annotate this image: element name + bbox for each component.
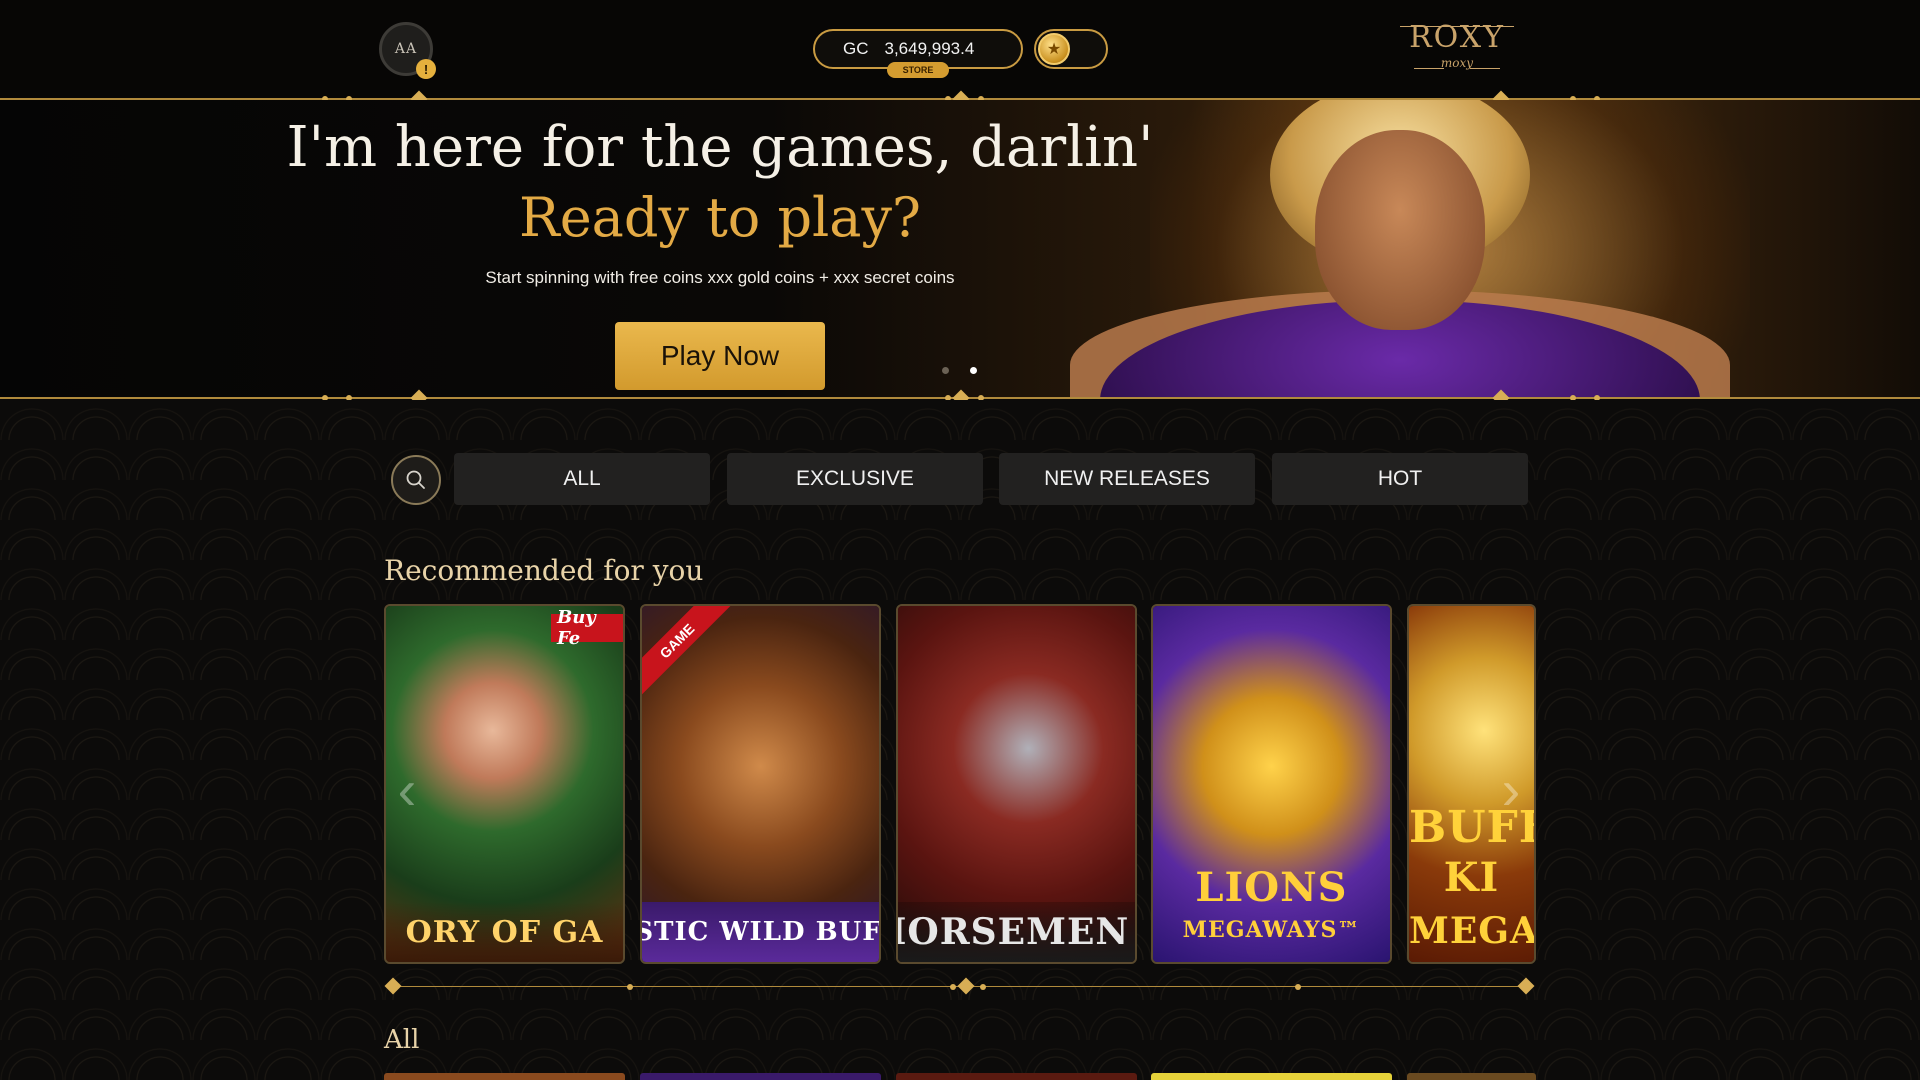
store-label: STORE	[902, 65, 934, 75]
store-button[interactable]: STORE	[887, 62, 949, 78]
tab-all[interactable]: ALL	[454, 453, 710, 505]
tab-new-releases[interactable]: NEW RELEASES	[999, 453, 1255, 505]
tab-hot[interactable]: HOT	[1272, 453, 1528, 505]
hero-title: I'm here for the games, darlin'	[286, 115, 1154, 180]
brand-logo[interactable]: ROXY moxy	[1394, 20, 1520, 78]
balance-currency: GC	[843, 39, 869, 58]
game-card[interactable]: LIONS MEGAWAYS™	[1151, 604, 1392, 964]
search-icon	[406, 470, 425, 489]
divider-dot	[627, 984, 633, 990]
hero-subtitle: Ready to play?	[519, 186, 921, 249]
game-title: JESTIC WILD BUFFA	[642, 902, 879, 962]
game-card[interactable]	[384, 1073, 625, 1080]
gold-coin-icon: ★	[1038, 33, 1070, 65]
divider-dot	[980, 984, 986, 990]
game-card[interactable]: HORSEMEN I	[896, 604, 1137, 964]
brand-sub: moxy	[1440, 56, 1474, 70]
game-subtitle: KI	[1443, 853, 1500, 901]
carousel-dot-active[interactable]	[970, 367, 977, 374]
logo-rule-left	[1414, 68, 1444, 69]
game-card[interactable]	[1407, 1073, 1536, 1080]
game-title: LIONS	[1195, 863, 1348, 911]
game-subtitle-2: MEGA	[1409, 910, 1536, 952]
divider-dot	[1295, 984, 1301, 990]
logo-rule-right	[1470, 68, 1500, 69]
buy-feature-badge: Buy Fe	[551, 607, 623, 649]
avatar-initials: AA	[394, 41, 418, 57]
carousel-prev-arrow[interactable]: ‹	[392, 760, 422, 820]
carousel-next-arrow[interactable]: ›	[1496, 760, 1526, 820]
hero-description: Start spinning with free coins xxx gold …	[485, 268, 955, 287]
game-card[interactable]: GAME JESTIC WILD BUFFA	[640, 604, 881, 964]
game-title: ORY OF GA	[386, 902, 623, 962]
recommended-title: Recommended for you	[384, 554, 704, 587]
all-section-title: All	[384, 1025, 420, 1055]
game-subtitle: MEGAWAYS™	[1182, 917, 1361, 943]
game-card[interactable]	[1151, 1073, 1392, 1080]
play-now-button[interactable]: Play Now	[615, 322, 825, 390]
divider-dot	[950, 984, 956, 990]
hero-character-face	[1315, 130, 1485, 330]
avatar-alert-badge: !	[416, 59, 436, 79]
tab-exclusive[interactable]: EXCLUSIVE	[727, 453, 983, 505]
game-card[interactable]	[896, 1073, 1137, 1080]
search-button[interactable]	[391, 455, 441, 505]
balance-amount: 3,649,993.4	[884, 39, 975, 58]
logo-rule-top	[1400, 26, 1514, 27]
coin-type-toggle[interactable]: ★	[1034, 29, 1108, 69]
game-card[interactable]	[640, 1073, 881, 1080]
carousel-dot[interactable]	[942, 367, 949, 374]
game-title: HORSEMEN I	[898, 902, 1135, 962]
